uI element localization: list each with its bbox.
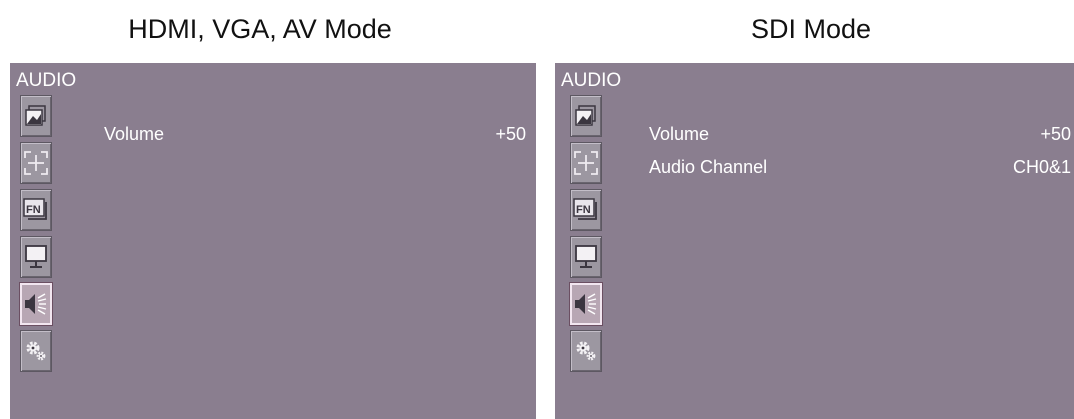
- audio-channel-value: CH0&1: [1012, 157, 1071, 177]
- right-audio-panel: AUDIO FN Volume +50 Audio Channel CH0&1: [555, 63, 1074, 419]
- left-audio-panel: AUDIO FN Volume +50: [10, 63, 536, 419]
- volume-value: +50: [495, 124, 526, 144]
- svg-text:FN: FN: [26, 204, 41, 216]
- monitor-icon[interactable]: [20, 236, 52, 278]
- audio-channel-label: Audio Channel: [649, 157, 768, 177]
- fn-icon[interactable]: FN: [570, 189, 602, 231]
- svg-text:FN: FN: [576, 204, 591, 216]
- crosshair-icon[interactable]: [20, 142, 52, 184]
- volume-value: +50: [1040, 124, 1071, 144]
- menu-icon-column: FN: [570, 95, 604, 377]
- gear-icon[interactable]: [570, 330, 602, 372]
- gear-icon[interactable]: [20, 330, 52, 372]
- volume-label: Volume: [649, 124, 710, 144]
- picture-icon[interactable]: [570, 95, 602, 137]
- speaker-icon[interactable]: [570, 283, 602, 325]
- left-mode-title: HDMI, VGA, AV Mode: [128, 14, 392, 44]
- speaker-icon[interactable]: [20, 283, 52, 325]
- volume-label: Volume: [104, 124, 165, 144]
- fn-icon[interactable]: FN: [20, 189, 52, 231]
- panel-header: AUDIO: [16, 70, 77, 91]
- menu-icon-column: FN: [20, 95, 54, 377]
- right-mode-title: SDI Mode: [750, 14, 872, 44]
- picture-icon[interactable]: [20, 95, 52, 137]
- crosshair-icon[interactable]: [570, 142, 602, 184]
- panel-header: AUDIO: [561, 70, 622, 91]
- monitor-icon[interactable]: [570, 236, 602, 278]
